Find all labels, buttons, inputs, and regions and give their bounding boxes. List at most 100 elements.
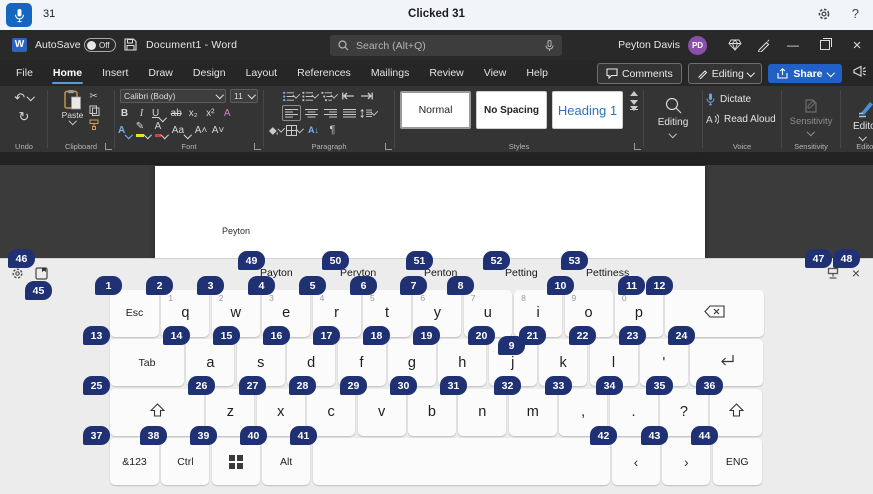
user-name[interactable]: Peyton Davis	[618, 39, 680, 51]
voice-badge-25[interactable]: 25	[83, 376, 110, 395]
align-center-button[interactable]	[303, 106, 320, 120]
voice-badge-10[interactable]: 10	[547, 276, 574, 295]
suggestion-petting[interactable]: Petting	[505, 267, 538, 279]
tab-help[interactable]: Help	[516, 60, 558, 86]
voice-badge-18[interactable]: 18	[363, 326, 390, 345]
key-n[interactable]: n	[458, 389, 506, 436]
voice-badge-17[interactable]: 17	[313, 326, 340, 345]
key-v[interactable]: v	[358, 389, 406, 436]
voice-badge-23[interactable]: 23	[619, 326, 646, 345]
voice-badge-47[interactable]: 47	[805, 249, 832, 268]
superscript-button[interactable]: x²	[204, 105, 217, 120]
voice-badge-37[interactable]: 37	[83, 426, 110, 445]
voice-badge-32[interactable]: 32	[494, 376, 521, 395]
strikethrough-button[interactable]: ab	[170, 105, 183, 120]
voice-badge-46[interactable]: 46	[8, 249, 35, 268]
autosave-toggle[interactable]: Off	[84, 38, 116, 52]
paragraph-dialog-launcher[interactable]	[385, 143, 392, 150]
voice-badge-15[interactable]: 15	[213, 326, 240, 345]
style-no-spacing[interactable]: No Spacing	[476, 91, 547, 129]
voice-badge-43[interactable]: 43	[641, 426, 668, 445]
sensitivity-button-label[interactable]: Sensitivity	[790, 116, 833, 127]
tab-design[interactable]: Design	[183, 60, 236, 86]
decrease-indent-button[interactable]: ⇤	[340, 89, 357, 103]
highlight-color-button[interactable]: ✎	[136, 122, 151, 137]
text-effects-button[interactable]: A	[118, 122, 132, 137]
voice-settings-gear-icon[interactable]	[817, 7, 831, 26]
voice-badge-35[interactable]: 35	[646, 376, 673, 395]
voice-help-button[interactable]: ?	[852, 6, 859, 21]
voice-badge-1[interactable]: 1	[95, 276, 122, 295]
voice-badge-2[interactable]: 2	[146, 276, 173, 295]
tab-file[interactable]: File	[6, 60, 43, 86]
voice-badge-24[interactable]: 24	[668, 326, 695, 345]
collapse-ribbon-chevron[interactable]	[860, 126, 866, 144]
key-esc[interactable]: Esc	[110, 290, 159, 337]
voice-badge-3[interactable]: 3	[197, 276, 224, 295]
voice-badge-39[interactable]: 39	[190, 426, 217, 445]
styles-more-button[interactable]	[630, 109, 638, 129]
voice-badge-38[interactable]: 38	[140, 426, 167, 445]
sort-button[interactable]: A↓	[305, 123, 322, 137]
font-name-select[interactable]: Calibri (Body)	[120, 89, 226, 103]
key-space[interactable]	[313, 438, 610, 485]
tab-home[interactable]: Home	[43, 60, 92, 86]
read-aloud-button[interactable]: A Read Aloud	[706, 111, 776, 127]
voice-badge-41[interactable]: 41	[290, 426, 317, 445]
voice-badge-4[interactable]: 4	[248, 276, 275, 295]
clipboard-dialog-launcher[interactable]	[105, 143, 112, 150]
ink-pen-icon[interactable]	[749, 30, 777, 60]
cut-scissors-icon[interactable]: ✂	[89, 92, 100, 102]
styles-dialog-launcher[interactable]	[634, 143, 641, 150]
word-app-icon[interactable]: W	[12, 38, 27, 52]
increase-indent-button[interactable]: ⇥	[359, 89, 376, 103]
editor-group[interactable]: Editor Editor	[841, 86, 873, 152]
search-box[interactable]: Search (Alt+Q)	[330, 35, 562, 56]
voice-badge-22[interactable]: 22	[569, 326, 596, 345]
voice-badge-5[interactable]: 5	[299, 276, 326, 295]
voice-badge-26[interactable]: 26	[188, 376, 215, 395]
key-language[interactable]: ENG	[713, 438, 762, 485]
user-avatar[interactable]: PD	[688, 36, 707, 55]
voice-badge-8[interactable]: 8	[447, 276, 474, 295]
key-shift-right[interactable]	[710, 389, 762, 436]
voice-badge-29[interactable]: 29	[340, 376, 367, 395]
search-mic-icon[interactable]	[545, 40, 554, 52]
change-case-button[interactable]: Aa	[172, 122, 191, 137]
paste-button[interactable]: Paste	[62, 89, 84, 130]
shading-button[interactable]	[267, 123, 284, 137]
copy-icon[interactable]	[89, 105, 100, 116]
voice-badge-11[interactable]: 11	[618, 276, 645, 295]
voice-badge-13[interactable]: 13	[83, 326, 110, 345]
voice-badge-44[interactable]: 44	[691, 426, 718, 445]
voice-badge-49[interactable]: 49	[238, 251, 265, 270]
voice-badge-33[interactable]: 33	[545, 376, 572, 395]
editing-group[interactable]: Editing	[644, 86, 702, 152]
borders-button[interactable]	[286, 123, 303, 137]
tab-mailings[interactable]: Mailings	[361, 60, 420, 86]
style-heading1[interactable]: Heading 1	[552, 91, 623, 129]
key-arrow-left[interactable]: ‹	[612, 438, 660, 485]
voice-badge-21[interactable]: 21	[519, 326, 546, 345]
voice-badge-20[interactable]: 20	[468, 326, 495, 345]
tab-references[interactable]: References	[287, 60, 361, 86]
voice-badge-16[interactable]: 16	[263, 326, 290, 345]
key-windows[interactable]	[212, 438, 260, 485]
key-tab[interactable]: Tab	[110, 339, 184, 386]
underline-button[interactable]: U	[152, 105, 166, 120]
font-color-button[interactable]: A	[155, 122, 168, 137]
restore-button[interactable]	[809, 30, 841, 60]
bold-button[interactable]: B	[118, 105, 131, 120]
voice-badge-30[interactable]: 30	[390, 376, 417, 395]
voice-badge-14[interactable]: 14	[163, 326, 190, 345]
style-normal[interactable]: Normal	[400, 91, 471, 129]
voice-badge-40[interactable]: 40	[240, 426, 267, 445]
tab-insert[interactable]: Insert	[92, 60, 138, 86]
key-ctrl[interactable]: Ctrl	[161, 438, 209, 485]
voice-badge-7[interactable]: 7	[400, 276, 427, 295]
voice-badge-53[interactable]: 53	[561, 251, 588, 270]
key-m[interactable]: m	[509, 389, 557, 436]
clear-formatting-button[interactable]: A	[221, 105, 234, 120]
key-b[interactable]: b	[408, 389, 456, 436]
line-spacing-button[interactable]	[360, 106, 377, 120]
